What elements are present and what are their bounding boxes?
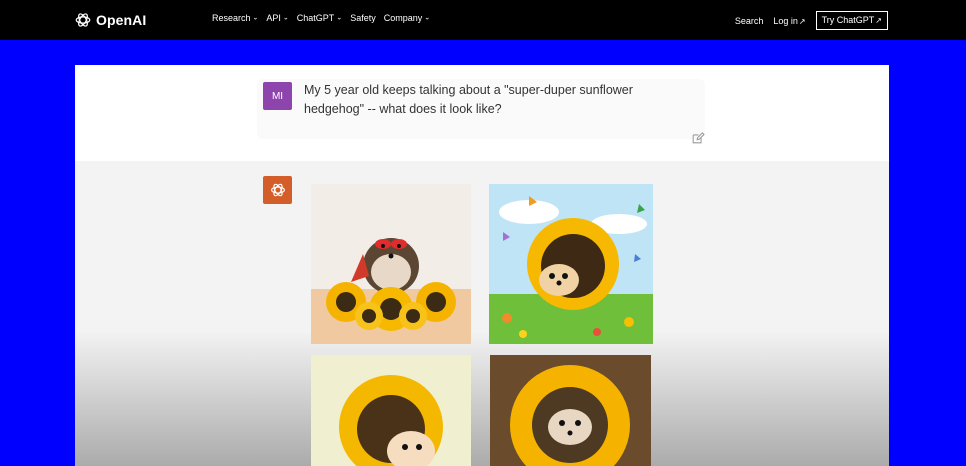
chevron-down-icon: ⌄: [336, 14, 343, 22]
nav-link-company[interactable]: Company ⌄: [384, 13, 430, 23]
brand-name: OpenAI: [96, 12, 147, 28]
external-arrow-icon: ↗: [875, 16, 882, 25]
nav-link-api[interactable]: API ⌄: [266, 13, 288, 23]
nav-link-research[interactable]: Research ⌄: [212, 13, 258, 23]
generated-image-3[interactable]: [311, 355, 471, 466]
chevron-down-icon: ⌄: [282, 14, 289, 22]
edit-icon[interactable]: [691, 131, 705, 145]
user-message-row: MI My 5 year old keeps talking about a "…: [75, 65, 889, 161]
openai-logo[interactable]: OpenAI: [74, 10, 146, 30]
image-icon: [489, 184, 653, 344]
top-navigation: OpenAI Research ⌄ API ⌄ ChatGPT ⌄ Safety…: [0, 0, 966, 40]
nav-links: Research ⌄ API ⌄ ChatGPT ⌄ Safety Compan…: [212, 13, 430, 23]
nav-link-chatgpt[interactable]: ChatGPT ⌄: [297, 13, 342, 23]
nav-link-label: API: [266, 13, 281, 23]
external-arrow-icon: ↗: [798, 16, 806, 26]
nav-link-label: Research: [212, 13, 251, 23]
assistant-message-row: [75, 161, 889, 466]
openai-logo-icon: [75, 13, 91, 27]
login-label: Log in: [773, 15, 798, 26]
openai-logo-icon: [270, 183, 285, 197]
user-avatar: MI: [263, 82, 292, 110]
nav-right: Search Log in↗ Try ChatGPT↗: [735, 11, 888, 30]
try-chatgpt-button[interactable]: Try ChatGPT↗: [815, 11, 888, 30]
assistant-avatar: [263, 176, 292, 204]
nav-link-safety[interactable]: Safety: [350, 13, 376, 23]
generated-image-2[interactable]: [489, 184, 653, 344]
login-link[interactable]: Log in↗: [773, 16, 805, 26]
search-link[interactable]: Search: [735, 16, 764, 26]
nav-link-label: Company: [383, 13, 423, 23]
image-icon: [490, 355, 651, 466]
chevron-down-icon: ⌄: [252, 14, 259, 22]
generated-image-4[interactable]: [490, 355, 651, 466]
try-chatgpt-label: Try ChatGPT: [821, 15, 875, 25]
user-message-text: My 5 year old keeps talking about a "sup…: [304, 83, 633, 116]
image-icon: [311, 355, 471, 466]
conversation-card: MI My 5 year old keeps talking about a "…: [75, 65, 889, 466]
chevron-down-icon: ⌄: [424, 14, 431, 22]
generated-image-1[interactable]: [311, 184, 471, 344]
image-icon: [311, 184, 471, 344]
nav-link-label: Safety: [350, 13, 376, 23]
nav-link-label: ChatGPT: [296, 13, 335, 23]
